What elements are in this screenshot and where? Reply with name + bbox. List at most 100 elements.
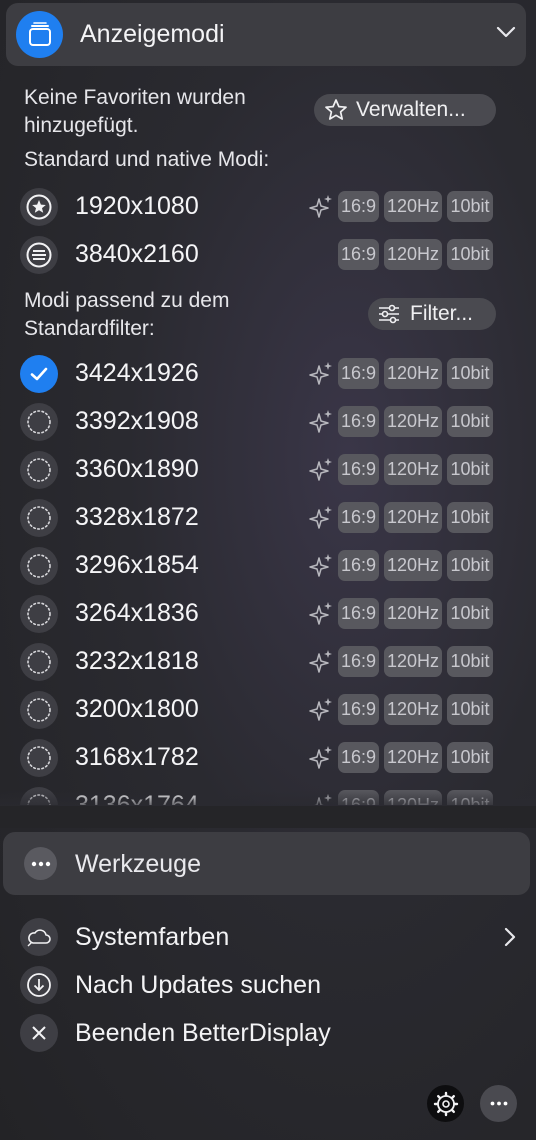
menu-item-label: Beenden BetterDisplay — [75, 1019, 331, 1047]
checkmark-circle-icon[interactable] — [20, 355, 58, 393]
sparkle-icon — [309, 553, 333, 584]
ellipsis-icon — [490, 1101, 507, 1106]
refresh-tag: 120Hz — [384, 502, 442, 533]
bitdepth-tag: 10bit — [447, 598, 493, 629]
refresh-tag: 120Hz — [384, 191, 442, 222]
mode-row[interactable]: 3264x1836 16:9 120Hz 10bit — [0, 590, 530, 638]
display-stack-icon — [16, 11, 63, 58]
mode-resolution: 1920x1080 — [75, 192, 199, 220]
mode-resolution: 3840x2160 — [75, 240, 199, 268]
aspect-tag: 16:9 — [338, 358, 379, 389]
filtered-modes-list[interactable]: 3424x1926 16:9 120Hz 10bit 3392x1908 16:9 120H… — [0, 350, 536, 805]
radio-empty-icon[interactable] — [20, 595, 58, 633]
radio-empty-icon[interactable] — [20, 403, 58, 441]
sparkle-icon — [309, 649, 333, 680]
sparkle-icon — [309, 457, 333, 488]
refresh-tag: 120Hz — [384, 550, 442, 581]
aspect-tag: 16:9 — [338, 454, 379, 485]
mode-resolution: 3200x1800 — [75, 695, 199, 723]
aspect-tag: 16:9 — [338, 550, 379, 581]
bitdepth-tag: 10bit — [447, 358, 493, 389]
refresh-tag: 120Hz — [384, 454, 442, 485]
tools-section[interactable]: Werkzeuge — [3, 832, 530, 895]
menu-item-quit[interactable]: Beenden BetterDisplay — [0, 1011, 536, 1055]
mode-resolution: 3328x1872 — [75, 503, 199, 531]
refresh-tag: 120Hz — [384, 358, 442, 389]
aspect-tag: 16:9 — [338, 239, 379, 270]
sparkle-icon — [309, 745, 333, 776]
menu-item-check-updates[interactable]: Nach Updates suchen — [0, 963, 536, 1007]
sparkle-icon — [309, 601, 333, 632]
bitdepth-tag: 10bit — [447, 550, 493, 581]
display-modes-header[interactable]: Anzeigemodi — [6, 3, 526, 66]
lines-circle-icon — [20, 236, 58, 274]
mode-row-1920x1080[interactable]: 1920x1080 16:9 120Hz 10bit — [0, 183, 530, 231]
sparkle-icon — [309, 697, 333, 728]
sparkle-icon — [309, 361, 333, 392]
bitdepth-tag: 10bit — [447, 239, 493, 270]
aspect-tag: 16:9 — [338, 742, 379, 773]
bitdepth-tag: 10bit — [447, 191, 493, 222]
aspect-tag: 16:9 — [338, 191, 379, 222]
more-options-button[interactable] — [480, 1085, 517, 1122]
bitdepth-tag: 10bit — [447, 454, 493, 485]
chevron-right-icon — [504, 927, 516, 952]
mode-resolution: 3360x1890 — [75, 455, 199, 483]
favorites-empty-text: Keine Favoriten wurden hinzugefügt. — [24, 86, 246, 137]
mode-resolution: 3232x1818 — [75, 647, 199, 675]
aspect-tag: 16:9 — [338, 406, 379, 437]
refresh-tag: 120Hz — [384, 239, 442, 270]
mode-row[interactable]: 3360x1890 16:9 120Hz 10bit — [0, 446, 530, 494]
aspect-tag: 16:9 — [338, 646, 379, 677]
ellipsis-icon — [24, 847, 57, 880]
filter-button[interactable]: Filter... — [368, 298, 496, 330]
chevron-down-icon[interactable] — [496, 25, 516, 44]
bitdepth-tag: 10bit — [447, 646, 493, 677]
mode-resolution: 3296x1854 — [75, 551, 199, 579]
menu-item-label: Nach Updates suchen — [75, 971, 321, 999]
sliders-icon — [379, 304, 399, 324]
aspect-tag: 16:9 — [338, 598, 379, 629]
mode-row[interactable]: 3296x1854 16:9 120Hz 10bit — [0, 542, 530, 590]
mode-row[interactable]: 3328x1872 16:9 120Hz 10bit — [0, 494, 530, 542]
manage-favorites-label: Verwalten... — [356, 98, 466, 121]
divider — [0, 806, 536, 828]
settings-button[interactable] — [427, 1085, 464, 1122]
sparkle-icon — [309, 194, 333, 225]
manage-favorites-button[interactable]: Verwalten... — [314, 94, 496, 126]
mode-row[interactable]: 3424x1926 16:9 120Hz 10bit — [0, 350, 530, 398]
radio-empty-icon[interactable] — [20, 499, 58, 537]
filtered-modes-label: Modi passend zu dem Standardfilter: — [24, 289, 230, 340]
radio-empty-icon[interactable] — [20, 643, 58, 681]
radio-empty-icon[interactable] — [20, 547, 58, 585]
menu-item-label: Systemfarben — [75, 923, 230, 951]
bitdepth-tag: 10bit — [447, 502, 493, 533]
tools-label: Werkzeuge — [75, 850, 201, 878]
mode-row[interactable]: 3168x1782 16:9 120Hz 10bit — [0, 734, 530, 782]
display-modes-panel: Anzeigemodi Keine Favoriten wurden hinzu… — [0, 0, 536, 1140]
menu-item-system-colors[interactable]: Systemfarben — [0, 915, 536, 959]
bitdepth-tag: 10bit — [447, 694, 493, 725]
radio-empty-icon[interactable] — [20, 451, 58, 489]
mode-row[interactable]: 3200x1800 16:9 120Hz 10bit — [0, 686, 530, 734]
radio-empty-icon[interactable] — [20, 739, 58, 777]
bitdepth-tag: 10bit — [447, 406, 493, 437]
radio-empty-icon[interactable] — [20, 691, 58, 729]
sparkle-icon — [309, 505, 333, 536]
star-icon — [325, 99, 347, 120]
sparkle-icon — [309, 409, 333, 440]
refresh-tag: 120Hz — [384, 694, 442, 725]
mode-row-3840x2160[interactable]: 3840x2160 16:9 120Hz 10bit — [0, 231, 530, 279]
refresh-tag: 120Hz — [384, 406, 442, 437]
star-circle-icon — [20, 188, 58, 226]
mode-row[interactable]: 3232x1818 16:9 120Hz 10bit — [0, 638, 530, 686]
mode-resolution: 3264x1836 — [75, 599, 199, 627]
aspect-tag: 16:9 — [338, 694, 379, 725]
cloud-icon — [20, 918, 58, 956]
mode-row[interactable]: 3392x1908 16:9 120Hz 10bit — [0, 398, 530, 446]
bitdepth-tag: 10bit — [447, 742, 493, 773]
download-circle-icon — [20, 966, 58, 1004]
aspect-tag: 16:9 — [338, 502, 379, 533]
gear-icon — [433, 1091, 458, 1116]
page-title: Anzeigemodi — [80, 20, 225, 48]
